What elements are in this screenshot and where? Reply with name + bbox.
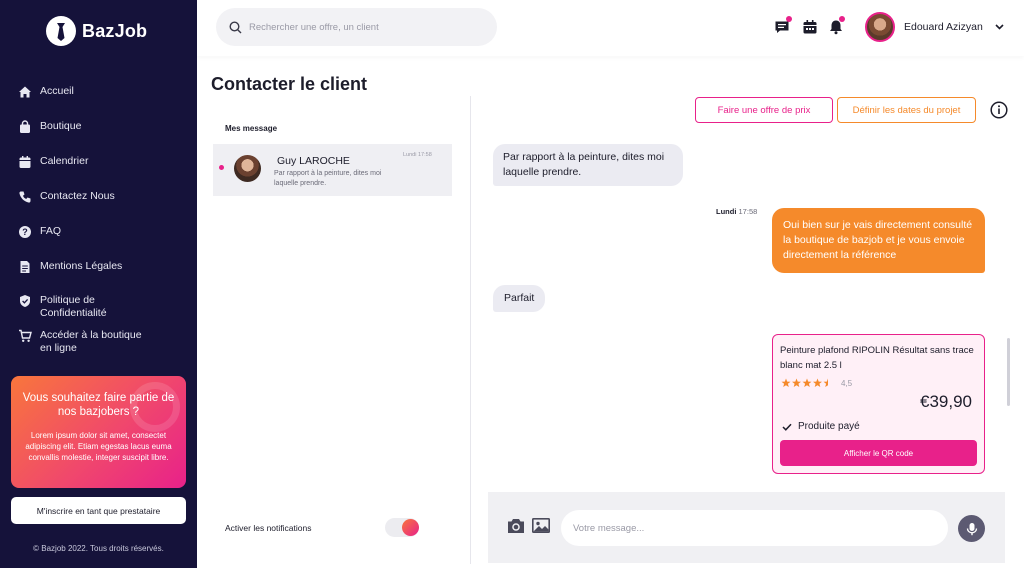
payment-status: Produite payé (782, 421, 860, 432)
notifications-label: Activer les notifications (225, 523, 312, 533)
search-bar[interactable] (216, 8, 497, 46)
image-icon[interactable] (531, 516, 551, 535)
brand-name: BazJob (82, 20, 148, 41)
chat-message-outgoing: Oui bien sur je vais directement consult… (772, 208, 985, 273)
calendar-icon[interactable] (802, 19, 818, 35)
sidebar-item-label: Mentions Légales (40, 260, 123, 272)
show-qr-code-button[interactable]: Afficher le QR code (780, 440, 977, 466)
sidebar-item-label: FAQ (40, 225, 62, 237)
help-icon: ? (19, 226, 31, 238)
tie-logo-icon (46, 16, 76, 46)
chat-scrollbar[interactable] (1007, 338, 1010, 406)
sidebar-item-label: Accéder à la boutique en ligne (40, 329, 142, 354)
conversation-list-panel: Mes message Guy LAROCHE Lundi 17:58 Par … (213, 96, 471, 564)
contact-name: Guy LAROCHE (277, 155, 350, 167)
conversation-item[interactable]: Guy LAROCHE Lundi 17:58 Par rapport à la… (213, 144, 452, 196)
notifications-toggle[interactable] (385, 518, 419, 537)
contact-avatar (234, 155, 261, 182)
user-avatar[interactable] (865, 12, 895, 42)
svg-text:?: ? (22, 227, 28, 237)
product-price: €39,90 (920, 392, 972, 411)
sidebar-item-calendrier[interactable]: Calendrier (18, 155, 150, 169)
rating-stars-icon (781, 378, 828, 387)
sidebar-item-contact[interactable]: Contactez Nous (18, 190, 150, 204)
message-timestamp: Lundi 17:58 (716, 207, 757, 216)
payment-status-label: Produite payé (798, 421, 860, 432)
sidebar: BazJob Accueil Boutique Calendrier Conta… (0, 0, 197, 568)
message-composer (488, 492, 1005, 563)
chevron-down-icon[interactable] (995, 24, 1004, 30)
message-hour: 17:58 (738, 207, 758, 216)
promo-title: Vous souhaitez faire partie de nos bazjo… (22, 392, 175, 418)
info-icon[interactable] (990, 101, 1008, 119)
sidebar-item-mentions[interactable]: Mentions Légales (18, 260, 150, 274)
conversation-list-heading: Mes message (225, 124, 278, 133)
product-rating: 4,5 (781, 378, 852, 388)
microphone-icon (966, 522, 977, 535)
search-icon (229, 20, 242, 33)
make-offer-button[interactable]: Faire une offre de prix (695, 97, 833, 123)
set-dates-button[interactable]: Définir les dates du projet (837, 97, 976, 123)
home-icon (19, 86, 31, 98)
message-input[interactable] (561, 510, 948, 546)
conversation-preview: Par rapport à la peinture, dites moi laq… (274, 170, 382, 187)
top-bar: Edouard Azizyan (197, 0, 1024, 56)
brand-logo[interactable]: BazJob (46, 16, 147, 46)
sidebar-item-faq[interactable]: ? FAQ (18, 225, 150, 239)
messages-notification-dot (786, 16, 792, 22)
chat-message-incoming: Par rapport à la peinture, dites moi laq… (493, 144, 683, 186)
sidebar-item-label: Calendrier (40, 155, 89, 167)
bell-notification-dot (839, 16, 845, 22)
copyright: © Bazjob 2022. Tous droits réservés. (33, 544, 164, 553)
message-day: Lundi (716, 207, 737, 216)
shield-icon (20, 295, 30, 307)
user-name[interactable]: Edouard Azizyan (904, 21, 983, 33)
check-icon (782, 423, 792, 431)
sidebar-item-label: Contactez Nous (40, 190, 115, 202)
promo-card: Vous souhaitez faire partie de nos bazjo… (11, 376, 186, 488)
camera-icon[interactable] (506, 517, 526, 535)
chat-message-incoming: Parfait (493, 285, 546, 312)
sidebar-item-confidentialite[interactable]: Politique de Confidentialité (18, 294, 150, 320)
product-rating-value: 4,5 (841, 378, 853, 388)
sidebar-item-label: Boutique (40, 120, 82, 132)
document-icon (20, 261, 30, 273)
shopping-bag-icon (20, 120, 30, 133)
toggle-knob (402, 519, 419, 536)
sidebar-item-boutique[interactable]: Boutique (18, 120, 150, 134)
page-title: Contacter le client (211, 74, 368, 94)
product-name: Peinture plafond RIPOLIN Résultat sans t… (780, 345, 974, 371)
promo-text: Lorem ipsum dolor sit amet, consectet ad… (25, 431, 172, 462)
phone-icon (19, 191, 31, 203)
microphone-button[interactable] (958, 515, 985, 542)
product-card: Peinture plafond RIPOLIN Résultat sans t… (772, 334, 985, 474)
calendar-icon (19, 156, 31, 168)
unread-dot (219, 165, 224, 170)
sidebar-item-label: Politique de Confidentialité (40, 294, 107, 319)
signup-provider-button[interactable]: M'inscrire en tant que prestataire (11, 497, 186, 524)
cart-icon (19, 329, 32, 342)
sidebar-item-boutique-en-ligne[interactable]: Accéder à la boutique en ligne (18, 329, 150, 355)
search-input[interactable] (249, 21, 469, 33)
sidebar-item-label: Accueil (40, 85, 74, 97)
sidebar-item-accueil[interactable]: Accueil (18, 85, 150, 99)
conversation-time: Lundi 17:58 (403, 152, 432, 158)
